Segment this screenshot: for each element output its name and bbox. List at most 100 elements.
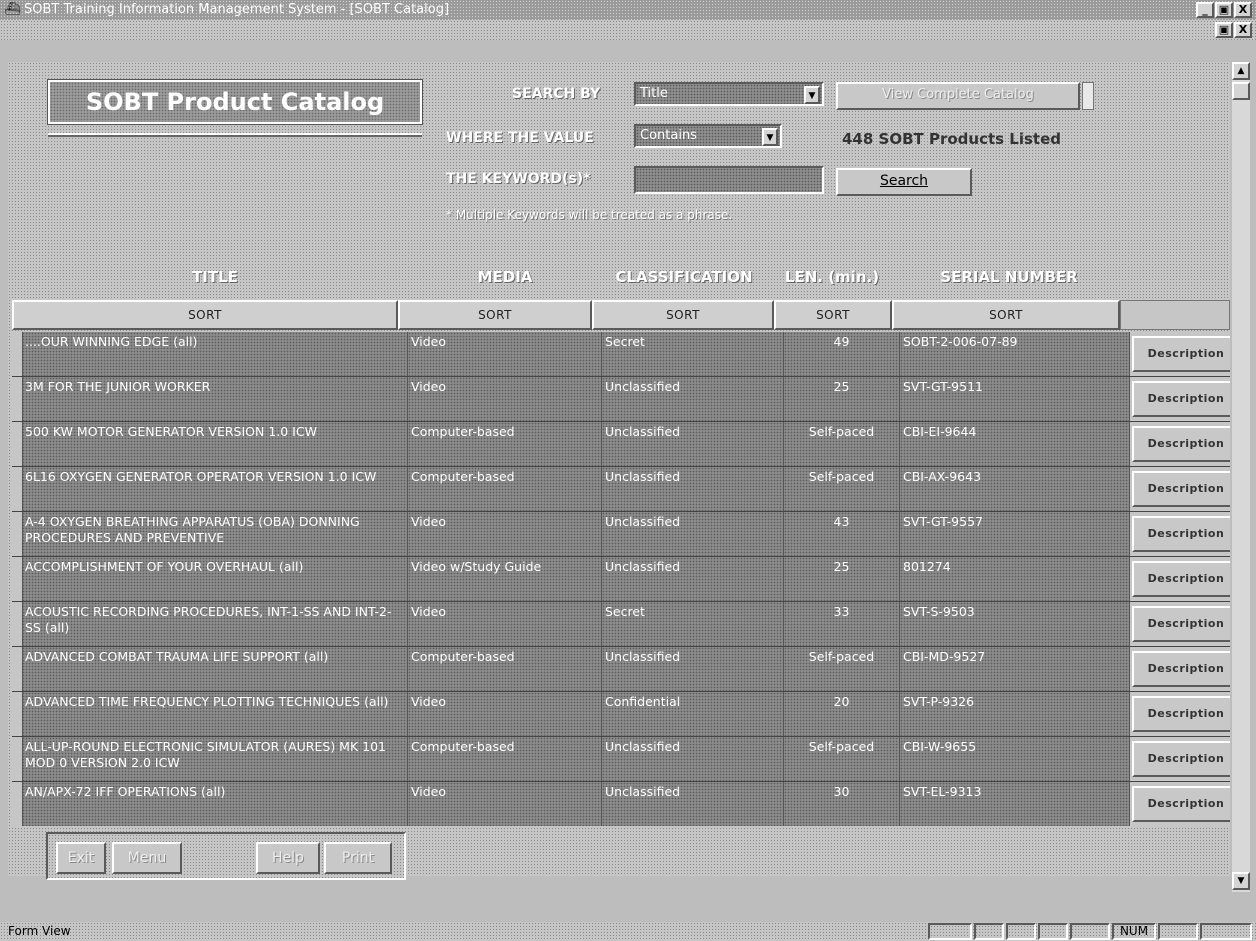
column-header-title: TITLE	[192, 268, 238, 286]
row-description-cell: Description	[1130, 692, 1230, 736]
row-description-cell: Description	[1130, 602, 1230, 646]
row-classification: Unclassified	[602, 647, 784, 691]
column-header-media: MEDIA	[477, 268, 533, 286]
exit-button[interactable]: Exit	[56, 842, 106, 874]
sort-title-button[interactable]: SORT	[12, 300, 398, 330]
status-cell	[974, 923, 1004, 940]
row-serial: SVT-EL-9313	[900, 782, 1130, 826]
row-description-cell: Description	[1130, 647, 1230, 691]
table-row[interactable]: 500 KW MOTOR GENERATOR VERSION 1.0 ICW C…	[12, 422, 1230, 467]
minimize-button[interactable]: _	[1196, 2, 1214, 18]
description-button[interactable]: Description	[1132, 381, 1230, 417]
status-cell	[1006, 923, 1036, 940]
search-by-combo[interactable]: Title ▼	[634, 82, 824, 106]
row-length: 49	[784, 332, 900, 376]
description-button[interactable]: Description	[1132, 336, 1230, 372]
row-title: ADVANCED TIME FREQUENCY PLOTTING TECHNIQ…	[22, 692, 408, 736]
sort-serial-button[interactable]: SORT	[892, 300, 1120, 330]
footer-button-group: Exit Menu Help Print	[46, 832, 406, 880]
table-row[interactable]: ADVANCED COMBAT TRAUMA LIFE SUPPORT (all…	[12, 647, 1230, 692]
row-classification: Unclassified	[602, 782, 784, 826]
row-serial: SVT-P-9326	[900, 692, 1130, 736]
search-button[interactable]: Search	[836, 168, 972, 196]
help-button[interactable]: Help	[256, 842, 320, 874]
row-length: Self-paced	[784, 422, 900, 466]
row-description-cell: Description	[1130, 422, 1230, 466]
description-button[interactable]: Description	[1132, 561, 1230, 597]
sort-media-button[interactable]: SORT	[398, 300, 592, 330]
window-title-bar: ⛴ SOBT Training Information Management S…	[0, 0, 1256, 20]
description-button[interactable]: Description	[1132, 741, 1230, 777]
row-media: Computer-based	[408, 467, 602, 511]
vertical-scrollbar[interactable]: ▲ ▼	[1232, 62, 1250, 892]
row-length: 25	[784, 377, 900, 421]
search-button-label: Search	[879, 173, 929, 189]
keywords-note: * Multiple Keywords will be treated as a…	[446, 208, 733, 222]
products-count: 448 SOBT Products Listed	[842, 130, 1062, 148]
child-close-button[interactable]: X	[1234, 22, 1252, 38]
row-serial: SVT-GT-9557	[900, 512, 1130, 556]
table-row[interactable]: ALL-UP-ROUND ELECTRONIC SIMULATOR (AURES…	[12, 737, 1230, 782]
keyword-input[interactable]	[634, 166, 824, 194]
row-title: ACOUSTIC RECORDING PROCEDURES, INT-1-SS …	[22, 602, 408, 646]
sort-row-spacer	[1120, 300, 1230, 330]
sort-length-button[interactable]: SORT	[774, 300, 892, 330]
row-media: Computer-based	[408, 737, 602, 781]
row-classification: Unclassified	[602, 422, 784, 466]
sort-classification-button[interactable]: SORT	[592, 300, 774, 330]
description-button[interactable]: Description	[1132, 426, 1230, 462]
view-complete-catalog-button[interactable]: View Complete Catalog	[836, 82, 1080, 110]
row-title: 6L16 OXYGEN GENERATOR OPERATOR VERSION 1…	[22, 467, 408, 511]
description-button[interactable]: Description	[1132, 471, 1230, 507]
column-header-classification: CLASSIFICATION	[615, 268, 753, 286]
row-media: Computer-based	[408, 647, 602, 691]
row-length: 20	[784, 692, 900, 736]
description-button[interactable]: Description	[1132, 696, 1230, 732]
catalog-heading: SOBT Product Catalog	[47, 79, 423, 125]
column-header-length: LEN. (min.)	[784, 268, 880, 286]
close-button[interactable]: X	[1234, 2, 1252, 18]
row-title: AN/APX-72 IFF OPERATIONS (all)	[22, 782, 408, 826]
where-value-value: Contains	[640, 128, 697, 143]
row-media: Video	[408, 692, 602, 736]
status-bar: Form View NUM	[0, 922, 1256, 941]
row-length: Self-paced	[784, 737, 900, 781]
description-button[interactable]: Description	[1132, 786, 1230, 822]
row-serial: SVT-GT-9511	[900, 377, 1130, 421]
table-row[interactable]: ....OUR WINNING EDGE (all) Video Secret …	[12, 332, 1230, 377]
chevron-down-icon[interactable]: ▼	[762, 128, 778, 146]
description-button[interactable]: Description	[1132, 651, 1230, 687]
window-controls: _ ▣ X	[1196, 2, 1252, 18]
table-row[interactable]: A-4 OXYGEN BREATHING APPARATUS (OBA) DON…	[12, 512, 1230, 557]
table-row[interactable]: ACCOMPLISHMENT OF YOUR OVERHAUL (all) Vi…	[12, 557, 1230, 602]
row-serial: CBI-EI-9644	[900, 422, 1130, 466]
row-title: A-4 OXYGEN BREATHING APPARATUS (OBA) DON…	[22, 512, 408, 556]
description-button[interactable]: Description	[1132, 516, 1230, 552]
chevron-down-icon[interactable]: ▼	[804, 86, 820, 104]
row-title: ....OUR WINNING EDGE (all)	[22, 332, 408, 376]
row-serial: CBI-W-9655	[900, 737, 1130, 781]
row-media: Computer-based	[408, 422, 602, 466]
child-restore-button[interactable]: ▣	[1215, 22, 1233, 38]
status-cell	[1158, 923, 1198, 940]
scroll-thumb[interactable]	[1232, 82, 1250, 100]
table-row[interactable]: AN/APX-72 IFF OPERATIONS (all) Video Unc…	[12, 782, 1230, 826]
print-button[interactable]: Print	[324, 842, 392, 874]
description-button[interactable]: Description	[1132, 606, 1230, 642]
table-row[interactable]: 3M FOR THE JUNIOR WORKER Video Unclassif…	[12, 377, 1230, 422]
table-row[interactable]: ADVANCED TIME FREQUENCY PLOTTING TECHNIQ…	[12, 692, 1230, 737]
restore-button[interactable]: ▣	[1215, 2, 1233, 18]
scroll-down-button[interactable]: ▼	[1232, 872, 1250, 890]
menu-button[interactable]: Menu	[112, 842, 182, 874]
scroll-up-button[interactable]: ▲	[1232, 62, 1250, 80]
row-classification: Unclassified	[602, 557, 784, 601]
row-length: 33	[784, 602, 900, 646]
row-title: ADVANCED COMBAT TRAUMA LIFE SUPPORT (all…	[22, 647, 408, 691]
table-row[interactable]: ACOUSTIC RECORDING PROCEDURES, INT-1-SS …	[12, 602, 1230, 647]
row-length: 25	[784, 557, 900, 601]
row-description-cell: Description	[1130, 782, 1230, 826]
row-title: ACCOMPLISHMENT OF YOUR OVERHAUL (all)	[22, 557, 408, 601]
row-serial: SVT-S-9503	[900, 602, 1130, 646]
where-value-combo[interactable]: Contains ▼	[634, 124, 782, 148]
table-row[interactable]: 6L16 OXYGEN GENERATOR OPERATOR VERSION 1…	[12, 467, 1230, 512]
